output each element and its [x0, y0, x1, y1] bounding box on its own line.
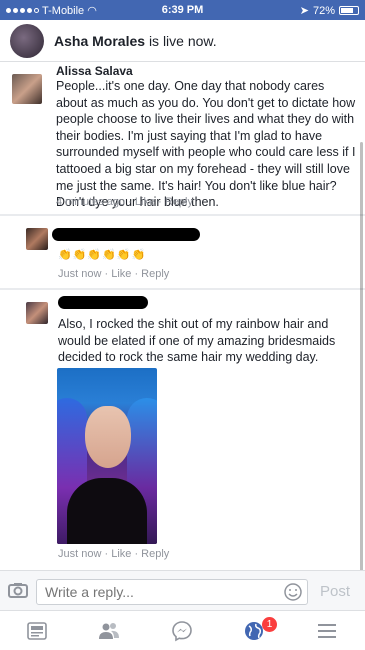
comment-photo[interactable]	[57, 368, 157, 544]
comment-author[interactable]: Alissa Salava	[56, 64, 133, 78]
camera-icon[interactable]	[8, 582, 28, 598]
comment-item: Alissa Salava People...it's one day. One…	[0, 62, 365, 214]
comment-feed[interactable]: Alissa Salava People...it's one day. One…	[0, 62, 365, 570]
status-bar: T-Mobile ◠ 6:39 PM ➤ 72%	[0, 0, 365, 20]
scrollbar[interactable]	[360, 142, 363, 570]
redacted-name	[58, 296, 148, 309]
avatar[interactable]	[26, 228, 48, 250]
banner-text: Asha Morales is live now.	[54, 33, 217, 49]
avatar[interactable]	[26, 302, 48, 324]
comment-text: People...it's one day. One day that nobo…	[56, 79, 356, 210]
messenger-icon[interactable]	[171, 620, 193, 642]
like-link[interactable]: Like	[111, 268, 131, 280]
reply-bar: Post	[0, 570, 365, 610]
like-link[interactable]: Like	[135, 196, 155, 208]
location-icon: ➤	[299, 5, 309, 17]
like-link[interactable]: Like	[111, 548, 131, 560]
comment-item: Also, I rocked the shit out of my rainbo…	[0, 290, 365, 570]
comment-time: 4 minutes ago	[56, 196, 126, 208]
comment-meta: Just now · Like · Reply	[58, 268, 170, 280]
live-notification-banner[interactable]: Asha Morales is live now.	[0, 20, 365, 62]
comment-meta: Just now · Like · Reply	[58, 548, 170, 560]
banner-message: is live now.	[148, 32, 217, 49]
friends-icon[interactable]	[98, 620, 120, 642]
battery-label: 72%	[312, 4, 335, 17]
emoji-icon[interactable]	[284, 583, 302, 601]
reply-input[interactable]	[36, 579, 308, 605]
redacted-name	[52, 228, 200, 241]
battery-icon	[339, 6, 359, 15]
comment-item: 👏👏👏👏👏👏 Just now · Like · Reply	[0, 216, 365, 288]
bottom-tab-bar: 1	[0, 610, 365, 650]
comment-text: Also, I rocked the shit out of my rainbo…	[58, 317, 336, 365]
comment-emoji: 👏👏👏👏👏👏	[58, 249, 147, 261]
avatar[interactable]	[12, 74, 42, 104]
battery-info: ➤ 72%	[300, 4, 359, 17]
post-button[interactable]: Post	[320, 583, 350, 600]
comment-meta: 4 minutes ago · Like · Reply	[56, 196, 193, 208]
comment-time: Just now	[58, 268, 102, 280]
comment-time: Just now	[58, 548, 102, 560]
reply-link[interactable]: Reply	[141, 548, 169, 560]
news-feed-icon[interactable]	[26, 620, 48, 642]
avatar	[10, 23, 44, 58]
menu-icon[interactable]	[316, 620, 338, 642]
reply-link[interactable]: Reply	[141, 268, 169, 280]
banner-name: Asha Morales	[54, 32, 146, 49]
notification-badge: 1	[262, 617, 277, 632]
reply-link[interactable]: Reply	[165, 196, 193, 208]
